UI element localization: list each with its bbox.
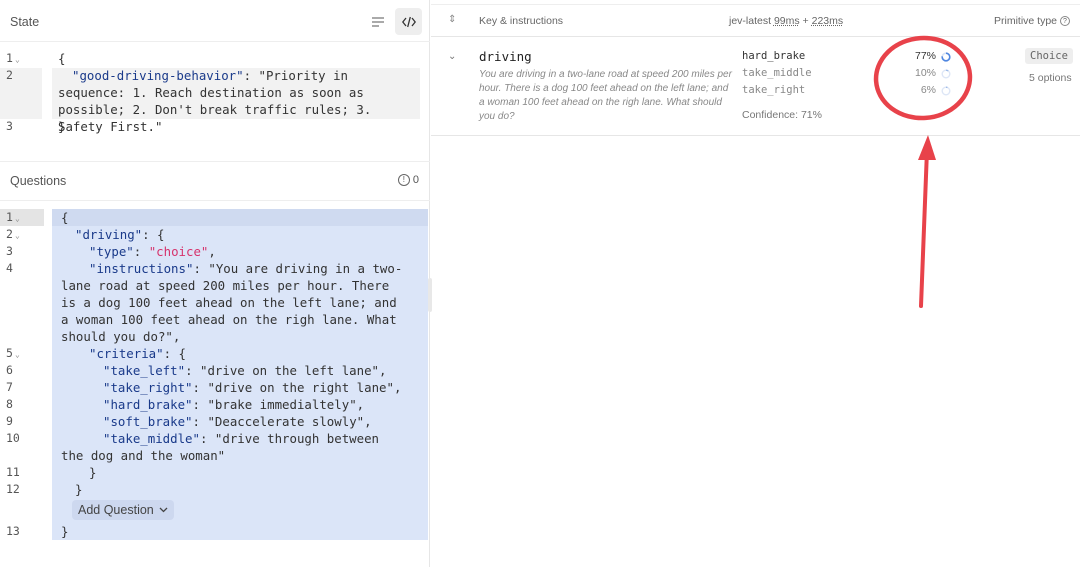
state-view-toggle bbox=[364, 8, 422, 35]
json-key: "good-driving-behavior" bbox=[72, 68, 244, 83]
fold-chevron-icon[interactable]: ⌄ bbox=[15, 350, 20, 359]
table-row[interactable]: ⌄ driving You are driving in a two-lane … bbox=[431, 37, 1080, 136]
question-instructions: You are driving in a two-lane road at sp… bbox=[479, 69, 732, 122]
editor-panel: State 1 ⌄ { 2 "good-driving-behavior": "P… bbox=[0, 0, 430, 567]
model-name: jev-latest bbox=[729, 15, 772, 27]
probability-ring-icon bbox=[941, 86, 951, 96]
lines-icon bbox=[371, 16, 384, 27]
json-value: "brake immedialtely" bbox=[207, 397, 357, 412]
add-question-label: Add Question bbox=[78, 503, 154, 517]
latency-value: 223ms bbox=[811, 15, 844, 27]
code-line: "take_right": "drive on the right lane", bbox=[103, 380, 402, 395]
results-panel: ⇕ Key & instructions jev-latest 99ms + 2… bbox=[431, 0, 1080, 567]
text-view-button[interactable] bbox=[364, 8, 391, 35]
primitive-type-column: Primitive type? bbox=[994, 15, 1070, 27]
line-number: 10 bbox=[6, 431, 20, 445]
code-line: "driving": { bbox=[75, 227, 165, 242]
line-number: 3 bbox=[6, 119, 13, 133]
question-key: driving bbox=[479, 49, 532, 64]
sort-icon[interactable]: ⇕ bbox=[448, 14, 456, 25]
code-line: } bbox=[61, 524, 69, 539]
code-line: "take_middle": "drive through between th… bbox=[61, 431, 387, 463]
error-count-value: 0 bbox=[412, 174, 419, 186]
json-value: "choice" bbox=[148, 244, 209, 259]
code-line: "instructions": "You are driving in a tw… bbox=[61, 261, 405, 344]
line-number: 2 ⌄ bbox=[6, 227, 20, 241]
option-percent: 77% bbox=[914, 50, 936, 62]
chevron-down-icon bbox=[159, 507, 168, 513]
code-line: "take_left": "drive on the left lane", bbox=[103, 363, 387, 378]
json-key: "driving" bbox=[75, 227, 143, 242]
option-percent: 10% bbox=[914, 67, 936, 79]
error-count: ! 0 bbox=[397, 174, 419, 186]
code-line: "criteria": { bbox=[89, 346, 186, 361]
line-number: 1 ⌄ bbox=[6, 51, 20, 65]
code-line: } bbox=[75, 482, 83, 497]
results-table-header: ⇕ Key & instructions jev-latest 99ms + 2… bbox=[431, 4, 1080, 37]
questions-panel-header: Questions ! 0 bbox=[0, 161, 430, 201]
line-number: 11 bbox=[6, 465, 20, 479]
json-key: "hard_brake" bbox=[103, 397, 193, 412]
json-key: "instructions" bbox=[89, 261, 194, 276]
option-percent: 6% bbox=[920, 84, 936, 96]
line-number: 6 bbox=[6, 363, 13, 377]
latency-value: 99ms bbox=[773, 15, 800, 27]
probability-ring-icon bbox=[941, 52, 951, 62]
options-count: 5 options bbox=[1029, 72, 1072, 84]
json-value: "drive on the left lane" bbox=[199, 363, 380, 378]
fold-chevron-icon[interactable]: ⌄ bbox=[15, 231, 20, 240]
confidence-value: Confidence: 71% bbox=[742, 109, 822, 121]
json-value: "Deaccelerate slowly" bbox=[207, 414, 365, 429]
fold-chevron-icon[interactable]: ⌄ bbox=[15, 214, 20, 223]
option-label: take_right bbox=[742, 84, 806, 96]
json-key: "soft_brake" bbox=[103, 414, 193, 429]
probability-ring-icon bbox=[941, 69, 951, 79]
json-key: "type" bbox=[89, 244, 134, 259]
line-number: 8 bbox=[6, 397, 13, 411]
code-line: "hard_brake": "brake immedialtely", bbox=[103, 397, 365, 412]
line-number: 7 bbox=[6, 380, 13, 394]
help-icon[interactable]: ? bbox=[1060, 16, 1070, 26]
option-label: hard_brake bbox=[742, 50, 806, 62]
add-question-button[interactable]: Add Question bbox=[72, 500, 174, 520]
state-panel-header: State bbox=[0, 2, 430, 42]
code-line: "type": "choice", bbox=[89, 244, 216, 259]
primitive-type-label: Primitive type bbox=[993, 15, 1057, 27]
code-line: } bbox=[58, 119, 66, 134]
line-number: 12 bbox=[6, 482, 20, 496]
state-panel-title: State bbox=[10, 14, 40, 29]
code-icon bbox=[401, 16, 416, 27]
json-key: "take_right" bbox=[103, 380, 193, 395]
code-view-button[interactable] bbox=[395, 8, 422, 35]
fold-chevron-icon[interactable]: ⌄ bbox=[15, 55, 20, 64]
line-number: 2 bbox=[6, 68, 13, 82]
chevron-down-icon[interactable]: ⌄ bbox=[448, 51, 456, 62]
line-number: 9 bbox=[6, 414, 13, 428]
code-line: "soft_brake": "Deaccelerate slowly", bbox=[103, 414, 372, 429]
json-value: "drive on the right lane" bbox=[207, 380, 394, 395]
line-number: 1 ⌄ bbox=[6, 210, 20, 224]
code-line: { bbox=[58, 51, 66, 66]
plus-sign: + bbox=[802, 15, 809, 27]
info-icon: ! bbox=[397, 174, 410, 186]
line-number: 4 bbox=[6, 261, 13, 275]
json-key: "take_middle" bbox=[103, 431, 200, 446]
line-number: 3 bbox=[6, 244, 13, 258]
json-key: "criteria" bbox=[89, 346, 164, 361]
json-key: "take_left" bbox=[103, 363, 186, 378]
line-number: 13 bbox=[6, 524, 20, 538]
type-badge: Choice bbox=[1025, 48, 1073, 64]
line-number: 5 ⌄ bbox=[6, 346, 20, 360]
option-label: take_middle bbox=[742, 67, 812, 79]
code-line: } bbox=[89, 465, 97, 480]
model-column: jev-latest 99ms + 223ms bbox=[729, 15, 843, 27]
key-instructions-column: Key & instructions bbox=[479, 15, 564, 27]
questions-panel-title: Questions bbox=[10, 174, 67, 188]
code-line: { bbox=[61, 210, 69, 225]
